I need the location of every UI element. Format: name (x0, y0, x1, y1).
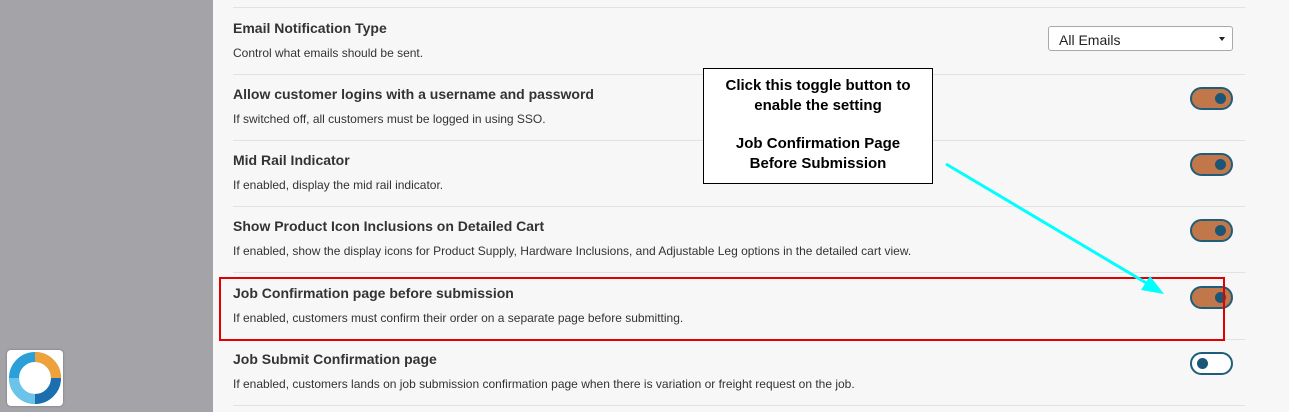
toggle-knob (1215, 225, 1226, 236)
allow-customer-logins-toggle[interactable] (1190, 87, 1233, 110)
setting-title: Job Submit Confirmation page (233, 351, 437, 367)
setting-title: Email Notification Type (233, 20, 387, 36)
toggle-knob (1197, 358, 1208, 369)
setting-show-product-icon-inclusions: Show Product Icon Inclusions on Detailed… (233, 206, 1245, 273)
product-icon-inclusions-toggle[interactable] (1190, 219, 1233, 242)
setting-title: Show Product Icon Inclusions on Detailed… (233, 218, 545, 234)
select-value: All Emails (1059, 32, 1121, 48)
setting-description: If enabled, customers must confirm their… (233, 311, 684, 325)
setting-description: Control what emails should be sent. (233, 46, 424, 60)
toggle-knob (1215, 93, 1226, 104)
mid-rail-indicator-toggle[interactable] (1190, 153, 1233, 176)
callout-spacer (704, 116, 932, 134)
sidebar (0, 0, 213, 412)
setting-job-submit-confirmation-page: Job Submit Confirmation page If enabled,… (233, 339, 1245, 406)
instruction-callout: Click this toggle button to enable the s… (703, 68, 933, 184)
setting-job-confirmation-page: Job Confirmation page before submission … (233, 273, 1245, 340)
settings-panel: Email Notification Type Control what ema… (213, 0, 1289, 412)
toggle-knob (1215, 292, 1226, 303)
setting-email-notification-type: Email Notification Type Control what ema… (233, 8, 1245, 75)
callout-line: Click this toggle button to (725, 77, 911, 94)
callout-line: enable the setting (754, 97, 882, 114)
callout-line: Job Confirmation Page (735, 135, 901, 152)
setting-description: If switched off, all customers must be l… (233, 112, 546, 126)
setting-description: If enabled, customers lands on job submi… (233, 377, 855, 391)
setting-description: If enabled, show the display icons for P… (233, 244, 912, 258)
caret-down-icon (1219, 37, 1225, 41)
setting-title: Job Confirmation page before submission (233, 285, 514, 301)
app-logo-graphic (9, 352, 61, 404)
setting-description: If enabled, display the mid rail indicat… (233, 178, 444, 192)
email-type-select[interactable]: All Emails (1048, 26, 1233, 51)
callout-line: Before Submission (749, 155, 887, 172)
job-confirmation-page-toggle[interactable] (1190, 286, 1233, 309)
setting-title: Allow customer logins with a username an… (233, 86, 594, 102)
job-submit-confirmation-toggle[interactable] (1190, 352, 1233, 375)
toggle-knob (1215, 159, 1226, 170)
app-logo-icon[interactable] (7, 350, 63, 406)
setting-title: Mid Rail Indicator (233, 152, 350, 168)
